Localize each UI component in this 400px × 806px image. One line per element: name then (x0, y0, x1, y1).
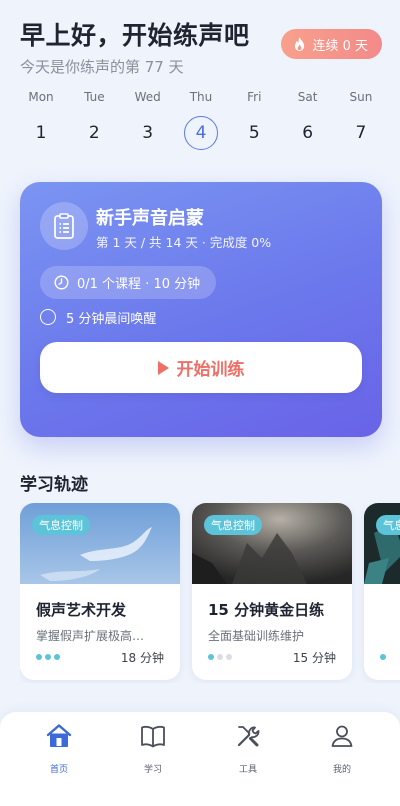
tab-label: 首页 (49, 765, 68, 775)
course-tag: 气息控制 (204, 515, 262, 535)
tab-label: 工具 (238, 765, 257, 775)
day-sat[interactable]: Sat 6 (291, 90, 325, 150)
day-name: Mon (28, 90, 54, 104)
day-sun[interactable]: Sun 7 (344, 90, 378, 150)
streak-label: 连续 0 天 (312, 38, 368, 54)
clipboard-icon (40, 202, 88, 250)
plan-title: 新手声音启蒙 (96, 208, 204, 229)
task-item[interactable]: 5 分钟晨间唤醒 (40, 306, 156, 328)
tab-label: 我的 (332, 765, 351, 775)
play-icon (157, 360, 169, 375)
start-training-label: 开始训练 (176, 360, 245, 380)
practice-day-subtitle: 今天是你练声的第 77 天 (20, 58, 184, 76)
day-name: Sun (349, 90, 373, 104)
day-name: Wed (134, 90, 161, 104)
day-thu[interactable]: Thu 4 (183, 90, 218, 150)
day-number-selected: 4 (183, 116, 218, 150)
home-icon (46, 724, 72, 747)
lesson-info-pill: 0/1 个课程 · 10 分钟 (40, 266, 217, 299)
course-duration: 15 分钟 (292, 651, 336, 665)
tools-icon (237, 726, 260, 747)
day-fri[interactable]: Fri 5 (237, 90, 271, 150)
course-card[interactable]: 气息控制 假声艺术开发 掌握假声扩展极高… 18 分钟 (20, 503, 180, 680)
course-card[interactable]: 气息控制 (364, 503, 400, 680)
bottom-tab-bar: 首页 学习 工具 我的 (0, 712, 400, 806)
progress-dot (36, 654, 42, 660)
profile-icon (331, 725, 353, 747)
tab-profile[interactable]: 我的 (312, 722, 372, 775)
day-name: Thu (189, 90, 213, 104)
course-title: 15 分钟黄金日练 (208, 601, 325, 619)
progress-dot (45, 654, 51, 660)
tab-home[interactable]: 首页 (29, 722, 89, 775)
day-number: 2 (88, 123, 100, 143)
progress-dot (226, 654, 232, 660)
course-tag: 气息控制 (376, 515, 400, 535)
day-name: Tue (84, 90, 105, 104)
day-wed[interactable]: Wed 3 (131, 90, 165, 150)
course-description: 掌握假声扩展极高… (36, 629, 145, 643)
course-title: 假声艺术开发 (36, 601, 127, 619)
day-number: 3 (142, 123, 154, 143)
day-name: Fri (247, 90, 262, 104)
task-label: 5 分钟晨间唤醒 (66, 311, 157, 327)
course-description: 全面基础训练维护 (208, 629, 305, 643)
book-icon (141, 725, 165, 748)
course-card[interactable]: 气息控制 15 分钟黄金日练 全面基础训练维护 15 分钟 (192, 503, 352, 680)
tab-tools[interactable]: 工具 (218, 722, 278, 775)
progress-dot (380, 654, 386, 660)
day-name: Sat (297, 90, 318, 104)
course-duration: 18 分钟 (120, 651, 164, 665)
task-checkbox[interactable] (40, 309, 56, 325)
course-progress-dots (36, 654, 60, 660)
course-tag: 气息控制 (32, 515, 90, 535)
day-number: 7 (355, 123, 367, 143)
day-number: 5 (248, 123, 260, 143)
flame-icon (295, 36, 305, 51)
streak-badge[interactable]: 连续 0 天 (281, 29, 382, 59)
week-strip: Mon 1 Tue 2 Wed 3 Thu 4 Fri 5 Sat 6 Sun … (24, 90, 378, 150)
progress-dot (54, 654, 60, 660)
day-number: 6 (302, 123, 314, 143)
lesson-info-text: 0/1 个课程 · 10 分钟 (77, 277, 201, 292)
day-tue[interactable]: Tue 2 (77, 90, 111, 150)
course-carousel[interactable]: 气息控制 假声艺术开发 掌握假声扩展极高… 18 分钟 气息控制 15 分钟黄金… (20, 503, 400, 683)
progress-dot (208, 654, 214, 660)
greeting-title: 早上好，开始练声吧 (20, 21, 250, 50)
start-training-button[interactable]: 开始训练 (40, 342, 362, 393)
training-plan-card[interactable]: 新手声音启蒙 第 1 天 / 共 14 天 · 完成度 0% 0/1 个课程 ·… (20, 182, 382, 437)
course-progress-dots (380, 654, 386, 660)
section-title: 学习轨迹 (20, 475, 88, 495)
day-number: 1 (35, 123, 47, 143)
day-mon[interactable]: Mon 1 (24, 90, 58, 150)
tab-label: 学习 (143, 765, 162, 775)
progress-dot (217, 654, 223, 660)
plan-progress-meta: 第 1 天 / 共 14 天 · 完成度 0% (96, 235, 272, 250)
course-progress-dots (208, 654, 232, 660)
clock-icon (54, 275, 69, 290)
tab-study[interactable]: 学习 (123, 722, 183, 775)
